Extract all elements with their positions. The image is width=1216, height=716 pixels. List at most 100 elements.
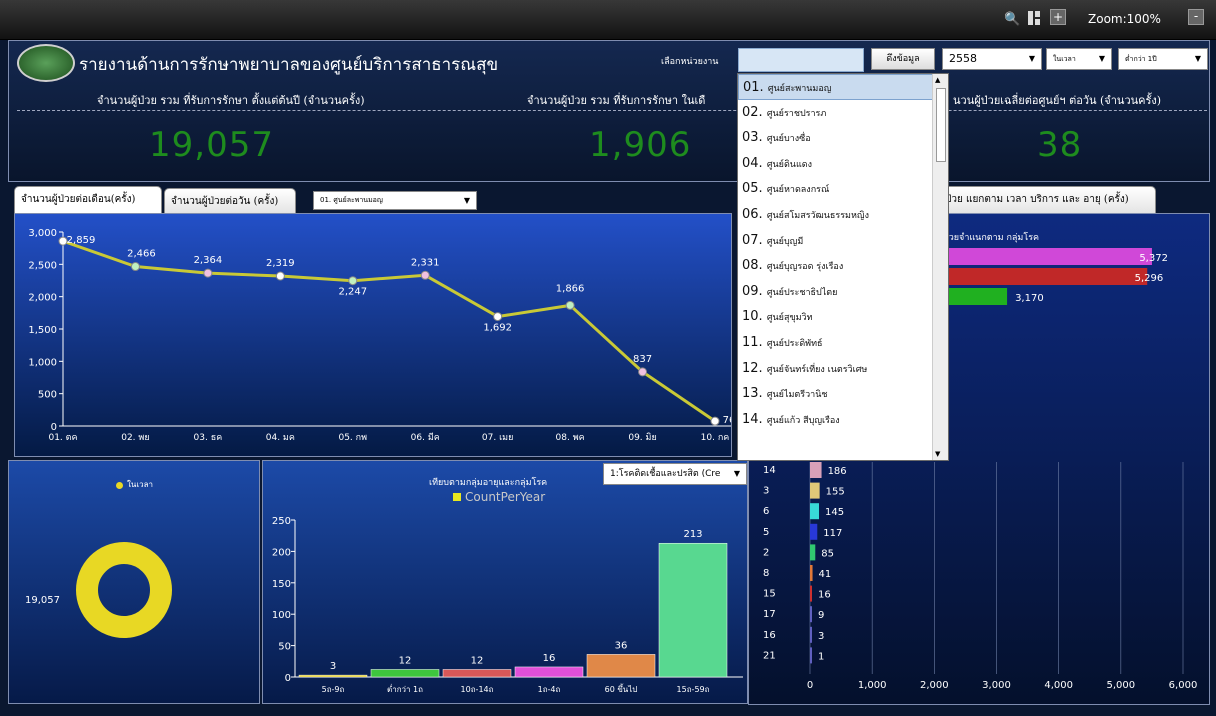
y-tick-label: 2,500 bbox=[28, 260, 57, 271]
x-tick-label: 1,000 bbox=[858, 680, 887, 691]
y-tick-label: 250 bbox=[272, 516, 291, 527]
bar bbox=[810, 523, 818, 540]
dropdown-item-number: 05. bbox=[742, 181, 767, 197]
dropdown-item[interactable]: 02. ศูนย์ราชปรารภ bbox=[738, 100, 948, 126]
x-tick-label: 07. เมย bbox=[482, 433, 513, 443]
zoom-icon[interactable]: 🔍 bbox=[1004, 12, 1020, 27]
bar-value-label: 85 bbox=[821, 548, 834, 559]
y-tick-label: 0 bbox=[285, 673, 291, 684]
bar-value-label: 213 bbox=[683, 529, 702, 540]
data-point bbox=[710, 416, 720, 426]
bar bbox=[514, 666, 584, 678]
dropdown-item-label: ศูนย์แก้ว สีบุญเรือง bbox=[766, 415, 840, 426]
tab-monthly[interactable]: จำนวนผู้ป่วยต่อเดือน(ครั้ง) bbox=[14, 186, 162, 214]
x-tick-label: 15ถ-59ถ bbox=[677, 685, 710, 694]
minimize-icon[interactable]: - bbox=[1188, 9, 1204, 25]
bar-value-label: 16 bbox=[818, 590, 831, 601]
data-label: 2,859 bbox=[67, 235, 96, 246]
x-tick-label: 04. มค bbox=[266, 433, 295, 443]
bar-value-label: 3,170 bbox=[1015, 293, 1044, 304]
summary-label-month: จำนวนผู้ป่วย รวม ที่รับการรักษา ในเดื bbox=[527, 94, 706, 107]
dropdown-item[interactable]: 08. ศูนย์บุญรอด รุ่งเรือง bbox=[738, 253, 948, 279]
data-point bbox=[203, 268, 213, 278]
bar bbox=[810, 565, 813, 581]
bar bbox=[810, 482, 820, 499]
bar-value-label: 5,296 bbox=[1135, 273, 1164, 284]
x-tick-label: 05. กพ bbox=[338, 433, 367, 443]
bar bbox=[942, 288, 1008, 305]
x-tick-label: 0 bbox=[807, 680, 813, 691]
unit-dropdown-list[interactable]: 01. ศูนย์สะพานมอญ 02. ศูนย์ราชปรารภ 03. ศู… bbox=[737, 73, 949, 461]
data-label: 1,692 bbox=[483, 323, 512, 334]
scroll-up-icon[interactable]: ▲ bbox=[935, 76, 940, 84]
bar bbox=[298, 674, 368, 678]
dropdown-item-number: 10. bbox=[742, 309, 767, 325]
scroll-down-icon[interactable]: ▼ bbox=[935, 450, 940, 458]
tab-daily[interactable]: จำนวนผู้ป่วยต่อวัน (ครั้ง) bbox=[164, 188, 296, 214]
year-select[interactable]: 2558 ▼ bbox=[942, 48, 1042, 70]
dropdown-item-number: 14. bbox=[742, 411, 767, 427]
bar bbox=[810, 647, 812, 664]
bar bbox=[810, 585, 812, 602]
dropdown-item-number: 07. bbox=[742, 232, 767, 248]
bar-value-label: 5,372 bbox=[1139, 253, 1168, 264]
dropdown-item[interactable]: 11. ศูนย์ประดิพัทธ์ bbox=[738, 330, 948, 356]
bar-value-label: 12 bbox=[399, 655, 412, 666]
fetch-data-button[interactable]: ดึงข้อมูล bbox=[871, 48, 935, 70]
y-tick-label: 1,500 bbox=[28, 325, 57, 336]
y-tick-label: 200 bbox=[272, 547, 291, 558]
dropdown-item[interactable]: 13. ศูนย์ไมตรีวานิช bbox=[738, 381, 948, 407]
center-select[interactable]: 01. ศูนย์ละพานมอญ ▼ bbox=[313, 191, 477, 210]
y-tick-label: 3 bbox=[763, 486, 769, 497]
data-point bbox=[348, 276, 358, 286]
bar-value-label: 3 bbox=[330, 661, 336, 672]
scrollbar-thumb[interactable] bbox=[936, 88, 946, 162]
x-tick-label: 08. พค bbox=[556, 433, 585, 443]
dropdown-item[interactable]: 04. ศูนย์ดินแดง bbox=[738, 151, 948, 177]
bar bbox=[810, 606, 812, 623]
x-tick-label: ต่ำกว่า 1ถ bbox=[387, 683, 423, 694]
bar-value-label: 145 bbox=[825, 507, 844, 518]
dropdown-item[interactable]: 10. ศูนย์สุขุมวิท bbox=[738, 304, 948, 330]
dropdown-item[interactable]: 14. ศูนย์แก้ว สีบุญเรือง bbox=[738, 407, 948, 433]
center-select-value: 01. ศูนย์ละพานมอญ bbox=[320, 196, 383, 204]
bar-value-label: 3 bbox=[818, 631, 824, 642]
dropdown-item-label: ศูนย์หาดลงกรณ์ bbox=[766, 185, 830, 196]
bar-value-label: 117 bbox=[823, 528, 842, 539]
x-tick-label: 10ถ-14ถ bbox=[461, 685, 494, 694]
dropdown-item[interactable]: 12. ศูนย์จันทร์เที่ยง เนตรวิเศษ bbox=[738, 356, 948, 382]
y-tick-label: 8 bbox=[763, 568, 769, 579]
summary-label-avg: นวนผู้ป่วยเฉลี่ยต่อศูนย์ฯ ต่อวัน (จำนวนค… bbox=[953, 94, 1162, 107]
bar-value-label: 36 bbox=[615, 640, 628, 651]
dropdown-item[interactable]: 07. ศูนย์บุญมี bbox=[738, 228, 948, 254]
unit-input[interactable] bbox=[738, 48, 864, 72]
dropdown-item-number: 08. bbox=[742, 258, 767, 274]
dropdown-item-label: ศูนย์สโมสรวัฒนธรรมหญิง bbox=[766, 210, 869, 221]
dropdown-scrollbar[interactable]: ▲ ▼ bbox=[932, 74, 948, 460]
plus-icon[interactable]: + bbox=[1050, 9, 1066, 25]
x-tick-label: 01. ตค bbox=[48, 433, 77, 443]
dropdown-item[interactable]: 06. ศูนย์สโมสรวัฒนธรรมหญิง bbox=[738, 202, 948, 228]
summary-value-ytd: 19,057 bbox=[149, 125, 274, 165]
monthly-line-chart-panel: 3,000 2,500 2,000 1,500 1,000 500 0 01. ตค 02. พ… bbox=[14, 213, 735, 457]
logo-icon bbox=[17, 44, 75, 82]
dropdown-item-label: ศูนย์บุญมี bbox=[766, 236, 804, 247]
data-label: 2,319 bbox=[266, 258, 295, 269]
x-tick-label: 06. มีค bbox=[411, 432, 440, 443]
dropdown-item-label: ศูนย์ไมตรีวานิช bbox=[766, 390, 828, 401]
bar bbox=[942, 248, 1152, 265]
period-select[interactable]: ต่ำกว่า 1ปี ▼ bbox=[1118, 48, 1208, 70]
dropdown-item-number: 12. bbox=[742, 360, 767, 376]
dropdown-item[interactable]: 09. ศูนย์ประชาธิปไตย bbox=[738, 279, 948, 305]
dropdown-item[interactable]: 01. ศูนย์สะพานมอญ bbox=[738, 74, 948, 100]
dropdown-item[interactable]: 03. ศูนย์บางซื่อ bbox=[738, 125, 948, 151]
x-tick-label: 60 ขึ้นไป bbox=[605, 683, 638, 694]
dropdown-item-label: ศูนย์ดินแดง bbox=[766, 159, 812, 170]
layout-icon[interactable] bbox=[1027, 10, 1041, 29]
data-label: 1,866 bbox=[556, 283, 585, 294]
dropdown-item[interactable]: 05. ศูนย์หาดลงกรณ์ bbox=[738, 176, 948, 202]
donut-slice bbox=[76, 542, 172, 638]
time-select[interactable]: ในเวลา ▼ bbox=[1046, 48, 1112, 70]
tab-service-age[interactable]: ป่วย แยกตาม เวลา บริการ และ อายุ (ครั้ง) bbox=[938, 186, 1156, 214]
y-tick-label: 15 bbox=[763, 589, 776, 600]
